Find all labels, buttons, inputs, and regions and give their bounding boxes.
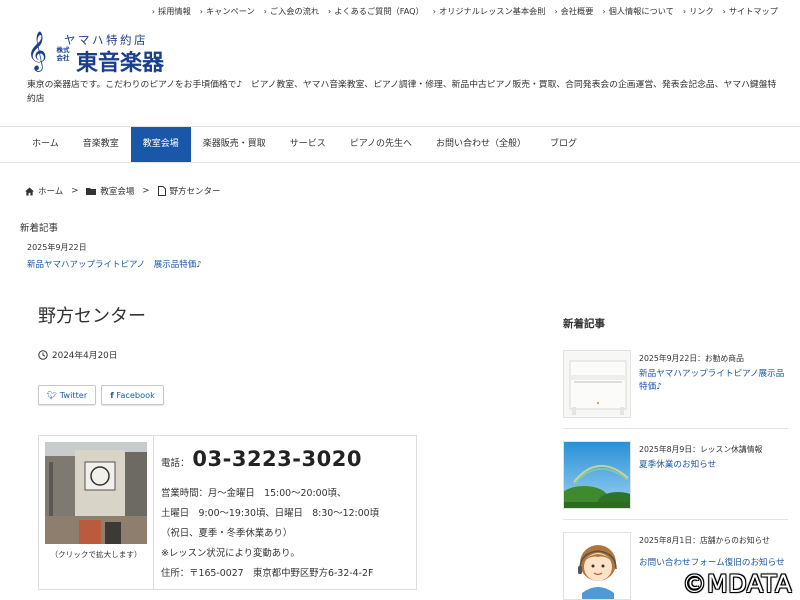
sidebar-post[interactable]: 2025年8月9日：レッスン休講情報 夏季休業のお知らせ <box>563 441 788 516</box>
share-buttons: 🐦︎ Twitter f Facebook <box>38 385 164 405</box>
nav-blog[interactable]: ブログ <box>538 127 589 162</box>
twitter-share-button[interactable]: 🐦︎ Twitter <box>38 385 97 405</box>
summer-sky-thumbnail-icon <box>564 442 630 508</box>
treble-clef-icon: 𝄞 <box>27 31 48 71</box>
twitter-icon: 🐦︎ <box>47 391 58 400</box>
hours-weekday: 営業時間：月～金曜日 15:00～20:00頃、 <box>161 488 347 499</box>
topnav-faq[interactable]: よくあるご質問（FAQ） <box>328 5 424 17</box>
nav-music-school[interactable]: 音楽教室 <box>71 127 131 162</box>
breadcrumb-home[interactable]: ホーム <box>38 185 63 197</box>
news-date: 2025年9月22日 <box>27 243 87 252</box>
nav-instrument-sales[interactable]: 楽器販売・買取 <box>191 127 278 162</box>
post-date-text: 2024年4月20日 <box>52 351 118 361</box>
topnav-company[interactable]: 会社概要 <box>554 5 594 17</box>
home-icon <box>25 186 34 196</box>
facebook-label: Facebook <box>116 390 155 400</box>
topnav-recruit[interactable]: 採用情報 <box>152 5 191 17</box>
post-link[interactable]: 新品ヤマハアップライトピアノ展示品特価♪ <box>639 368 789 393</box>
breadcrumb-category[interactable]: 教室会場 <box>100 185 134 197</box>
phone-label: 電話： <box>161 458 190 469</box>
post-thumbnail[interactable] <box>563 350 631 418</box>
sidebar-divider <box>563 519 788 520</box>
top-utility-nav: 採用情報 キャンペーン ご入会の流れ よくあるご質問（FAQ） オリジナルレッス… <box>152 5 778 17</box>
post-link[interactable]: お問い合わせフォーム復旧のお知らせ <box>639 557 788 570</box>
venue-details: 営業時間：月～金曜日 15:00～20:00頃、 土曜日 9:00～19:30頃… <box>161 484 379 584</box>
venue-photo[interactable] <box>45 442 147 544</box>
info-divider <box>153 436 154 589</box>
page-title: 野方センター <box>38 306 146 327</box>
watermark: ©MDATA <box>682 570 792 598</box>
post-thumbnail[interactable] <box>563 532 631 600</box>
breadcrumb-separator: > <box>71 186 79 196</box>
topnav-links[interactable]: リンク <box>683 5 714 17</box>
sidebar-divider <box>563 428 788 429</box>
holiday-note: （祝日、夏季・冬季休業あり） <box>161 528 293 539</box>
post-meta: 2025年8月1日：店舗からのお知らせ <box>639 536 770 545</box>
document-icon <box>157 186 166 196</box>
sidebar-heading: 新着記事 <box>563 318 605 330</box>
topnav-join-flow[interactable]: ご入会の流れ <box>264 5 319 17</box>
topnav-lesson-rules[interactable]: オリジナルレッスン基本会則 <box>433 5 545 17</box>
logo-corp: 株式会社 <box>56 46 70 62</box>
post-meta: 2025年9月22日：お勧め商品 <box>639 354 744 363</box>
building-photo-icon <box>45 442 147 544</box>
facebook-icon: f <box>110 390 114 400</box>
post-date: 2024年4月20日 <box>38 348 118 361</box>
breadcrumb-separator: > <box>142 186 150 196</box>
nav-classroom-venues[interactable]: 教室会場 <box>130 127 191 162</box>
piano-thumbnail-icon <box>564 351 630 417</box>
phone-number[interactable]: 03-3223-3020 <box>192 447 362 471</box>
address: 住所：〒165-0027 東京都中野区野方6-32-4-2F <box>161 568 374 579</box>
venue-info-box: （クリックで拡大します） 電話： 03-3223-3020 営業時間：月～金曜日… <box>38 435 417 590</box>
facebook-share-button[interactable]: f Facebook <box>101 385 164 405</box>
topnav-campaign[interactable]: キャンペーン <box>200 5 255 17</box>
logo-name: 東音楽器 <box>76 50 165 76</box>
topnav-sitemap[interactable]: サイトマップ <box>723 5 778 17</box>
photo-caption: （クリックで拡大します） <box>50 550 142 559</box>
site-description: 東京の楽器店です。こだわりのピアノをお手頃価格で♪ ピアノ教室、ヤマハ音楽教室、… <box>27 80 777 104</box>
phone-block: 電話： 03-3223-3020 <box>161 447 362 471</box>
topnav-privacy[interactable]: 個人情報について <box>602 5 674 17</box>
nav-for-teachers[interactable]: ピアノの先生へ <box>338 127 424 162</box>
post-meta: 2025年8月9日：レッスン休講情報 <box>639 445 763 454</box>
nav-contact[interactable]: お問い合わせ（全般） <box>424 127 538 162</box>
operator-illustration-icon <box>564 533 630 599</box>
breadcrumb: ホーム > 教室会場 > 野方センター <box>25 185 221 197</box>
clock-icon <box>38 349 48 360</box>
schedule-note: ※レッスン状況により変動あり。 <box>161 548 300 559</box>
site-logo[interactable]: 𝄞 ヤマハ特約店 株式会社 東音楽器 <box>27 31 197 76</box>
news-link[interactable]: 新品ヤマハアップライトピアノ 展示品特価♪ <box>27 258 202 270</box>
hours-weekend: 土曜日 9:00～19:30頃、日曜日 8:30～12:00頃 <box>161 508 380 519</box>
post-link[interactable]: 夏季休業のお知らせ <box>639 459 789 472</box>
nav-services[interactable]: サービス <box>278 127 338 162</box>
twitter-label: Twitter <box>59 390 88 400</box>
main-nav: ホーム 音楽教室 教室会場 楽器販売・買取 サービス ピアノの先生へ お問い合わ… <box>0 126 800 163</box>
breadcrumb-current: 野方センター <box>169 187 221 197</box>
sidebar-post[interactable]: 2025年9月22日：お勧め商品 新品ヤマハアップライトピアノ展示品特価♪ <box>563 350 788 425</box>
news-heading: 新着記事 <box>20 223 59 234</box>
folder-icon <box>86 188 97 195</box>
nav-home[interactable]: ホーム <box>20 127 71 162</box>
post-thumbnail[interactable] <box>563 441 631 509</box>
